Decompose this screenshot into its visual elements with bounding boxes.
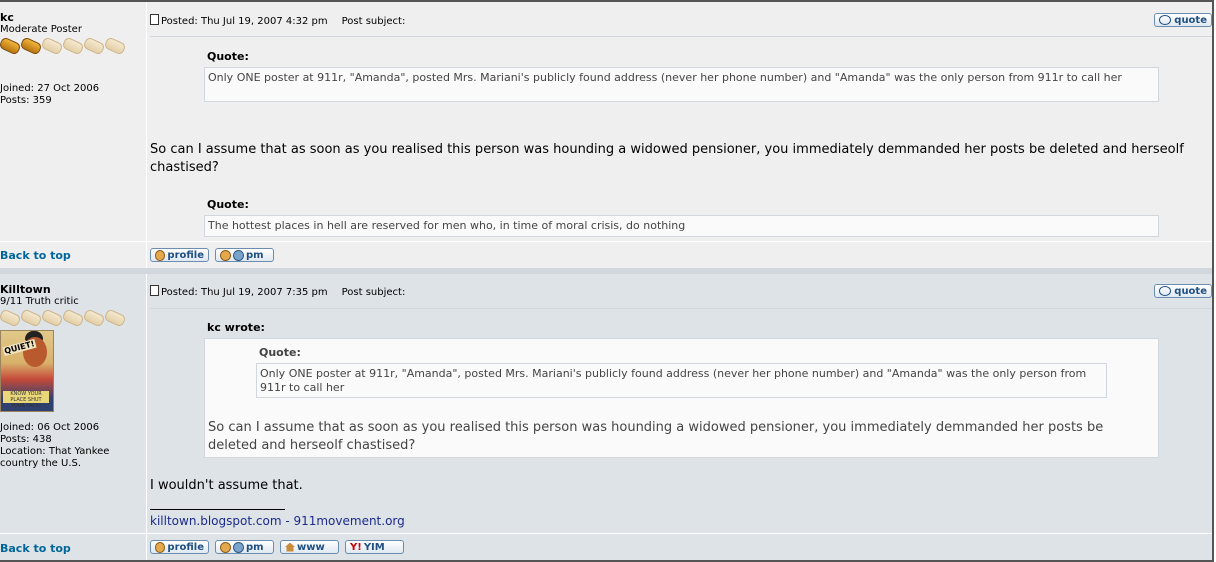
author-rank: 9/11 Truth critic: [0, 296, 79, 307]
post-date: Posted: Thu Jul 19, 2007 7:35 pm: [161, 287, 328, 298]
post-subject: Post subject:: [341, 287, 406, 298]
author-name: Killtown: [0, 283, 51, 296]
rank-star-icon: [61, 308, 85, 328]
post-icon: [150, 14, 159, 25]
quote-label: Quote:: [207, 50, 249, 63]
quote-box-2: The hottest places in hell are reserved …: [204, 215, 1159, 237]
user-icon: [233, 249, 244, 261]
post-header: Posted: Thu Jul 19, 2007 7:35 pm Post sub…: [150, 285, 405, 298]
rank-stars: [0, 308, 127, 328]
rank-star-icon: [0, 36, 22, 56]
rank-star-icon: [40, 36, 64, 56]
profile-icon: [155, 249, 166, 261]
avatar: QUIET! KNOW YOUR PLACE SHUT YOUR FACE!: [0, 330, 54, 412]
user-icon: [233, 541, 244, 553]
user-icon: [220, 249, 231, 261]
home-icon: [285, 542, 295, 552]
joined-date: Joined: 27 Oct 2006: [0, 83, 100, 94]
outer-quote-text: So can I assume that as soon as you real…: [208, 420, 1104, 453]
post-kc: kc Moderate Poster Joined: 27 Oct 2006 P…: [0, 2, 1212, 272]
inner-quote-box: Only ONE poster at 911r, "Amanda", poste…: [256, 363, 1107, 398]
post-date: Posted: Thu Jul 19, 2007 4:32 pm: [161, 16, 328, 27]
forum-thread: kc Moderate Poster Joined: 27 Oct 2006 P…: [0, 0, 1214, 562]
rank-star-icon: [40, 308, 64, 328]
speech-bubble-icon: [1159, 286, 1172, 296]
back-to-top-link[interactable]: Back to top: [0, 542, 71, 555]
signature-rule: [150, 509, 285, 510]
post-body: So can I assume that as soon as you real…: [150, 142, 1184, 175]
rank-stars: [0, 36, 127, 56]
rank-star-icon: [0, 308, 22, 328]
outer-quote-label: kc wrote:: [207, 321, 265, 334]
post-header: Posted: Thu Jul 19, 2007 4:32 pm Post sub…: [150, 14, 405, 27]
author-column: kc Moderate Poster Joined: 27 Oct 2006 P…: [0, 2, 146, 272]
speech-bubble-icon: [1159, 15, 1172, 25]
author-stats: Joined: 06 Oct 2006 Posts: 438 Location:…: [0, 422, 140, 470]
rank-star-icon: [19, 308, 43, 328]
rank-star-icon: [82, 36, 106, 56]
yim-button[interactable]: Y! YIM: [345, 540, 404, 554]
back-to-top-link[interactable]: Back to top: [0, 249, 71, 262]
author-stats: Joined: 27 Oct 2006 Posts: 359: [0, 83, 99, 107]
quote-label-2: Quote:: [207, 198, 249, 211]
quote-box: Only ONE poster at 911r, "Amanda", poste…: [204, 67, 1159, 102]
signature-link[interactable]: killtown.blogspot.com - 911movement.org: [150, 514, 405, 528]
pm-button[interactable]: pm: [215, 248, 274, 262]
www-button[interactable]: www: [280, 540, 339, 554]
post-body: I wouldn't assume that.: [150, 478, 303, 493]
quote-button[interactable]: quote: [1154, 13, 1212, 27]
rank-star-icon: [103, 36, 127, 56]
header-rule: [150, 308, 1212, 309]
avatar-band: KNOW YOUR PLACE SHUT YOUR FACE!: [3, 391, 49, 409]
row-divider: [0, 241, 1212, 242]
author-rank: Moderate Poster: [0, 24, 82, 35]
post-subject: Post subject:: [341, 16, 406, 27]
quote-button[interactable]: quote: [1154, 284, 1212, 298]
post-count: Posts: 359: [0, 95, 52, 106]
profile-button[interactable]: profile: [150, 248, 209, 262]
pm-button[interactable]: pm: [215, 540, 274, 554]
outer-quote-box: Quote: Only ONE poster at 911r, "Amanda"…: [204, 338, 1159, 458]
post-icon: [150, 285, 159, 296]
rank-star-icon: [103, 308, 127, 328]
header-rule: [150, 36, 1212, 37]
post-count: Posts: 438: [0, 434, 52, 445]
author-name: kc: [0, 11, 14, 24]
joined-date: Joined: 06 Oct 2006: [0, 422, 100, 433]
location: Location: That Yankee country the U.S.: [0, 446, 110, 469]
user-icon: [220, 541, 231, 553]
column-divider: [146, 2, 147, 272]
post-killtown: Killtown 9/11 Truth critic QUIET! KNOW Y…: [0, 274, 1212, 560]
rank-star-icon: [82, 308, 106, 328]
profile-button[interactable]: profile: [150, 540, 209, 554]
profile-icon: [155, 541, 166, 553]
row-divider: [0, 533, 1212, 534]
rank-star-icon: [19, 36, 43, 56]
inner-quote-label: Quote:: [259, 346, 301, 359]
rank-star-icon: [61, 36, 85, 56]
yahoo-icon: Y!: [350, 541, 362, 553]
author-column: Killtown 9/11 Truth critic QUIET! KNOW Y…: [0, 274, 146, 560]
column-divider: [146, 274, 147, 560]
